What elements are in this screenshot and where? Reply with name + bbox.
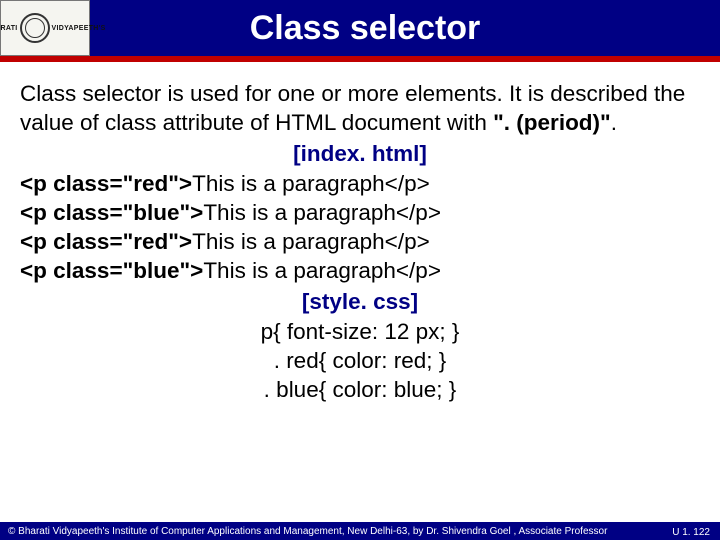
intro-text: Class selector is used for one or more e…: [20, 80, 700, 138]
slide-title: Class selector: [90, 9, 720, 48]
logo-emblem-icon: [20, 13, 50, 43]
css-line: p{ font-size: 12 px; }: [20, 318, 700, 347]
code-line: <p class="red">This is a paragraph</p>: [20, 228, 700, 257]
logo-text-left: BHARATI: [0, 25, 18, 32]
slide-body: Class selector is used for one or more e…: [0, 62, 720, 540]
css-line: . red{ color: red; }: [20, 347, 700, 376]
institute-logo: BHARATI VIDYAPEETH'S: [0, 0, 90, 56]
title-bar: BHARATI VIDYAPEETH'S Class selector: [0, 0, 720, 56]
footer-bar: © Bharati Vidyapeeth's Institute of Comp…: [0, 522, 720, 540]
css-block: p{ font-size: 12 px; } . red{ color: red…: [20, 318, 700, 404]
code-tag: <p class="blue">: [20, 200, 203, 225]
footer-slide-number: U 1. 122: [672, 527, 710, 538]
slide: BHARATI VIDYAPEETH'S Class selector Clas…: [0, 0, 720, 540]
style-css-label: [style. css]: [20, 288, 700, 317]
index-html-label: [index. html]: [20, 140, 700, 169]
code-rest: This is a paragraph</p>: [203, 200, 441, 225]
code-line: <p class="blue">This is a paragraph</p>: [20, 199, 700, 228]
css-line: . blue{ color: blue; }: [20, 376, 700, 405]
code-rest: This is a paragraph</p>: [192, 229, 430, 254]
code-tag: <p class="blue">: [20, 258, 203, 283]
code-tag: <p class="red">: [20, 171, 192, 196]
code-tag: <p class="red">: [20, 229, 192, 254]
code-line: <p class="red">This is a paragraph</p>: [20, 170, 700, 199]
code-line: <p class="blue">This is a paragraph</p>: [20, 257, 700, 286]
intro-plain-2: .: [611, 110, 617, 135]
intro-bold: ". (period)": [493, 110, 611, 135]
footer-copyright: © Bharati Vidyapeeth's Institute of Comp…: [8, 526, 607, 537]
code-rest: This is a paragraph</p>: [192, 171, 430, 196]
code-rest: This is a paragraph</p>: [203, 258, 441, 283]
